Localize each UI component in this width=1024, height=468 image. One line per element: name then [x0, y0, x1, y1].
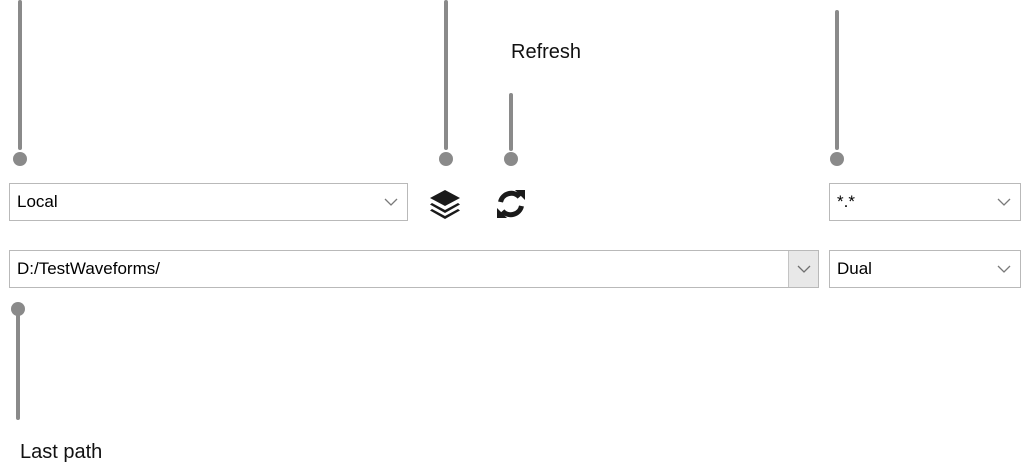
filter-select-value: *.*: [837, 192, 855, 211]
path-select[interactable]: D:/TestWaveforms/: [9, 250, 819, 288]
layers-icon[interactable]: [424, 183, 466, 225]
source-select[interactable]: Local: [9, 183, 408, 221]
chevron-down-icon[interactable]: [988, 251, 1020, 287]
callout-dot-layers: [439, 152, 453, 166]
callout-label-refresh: Refresh: [511, 41, 582, 63]
callout-line-last-path: [16, 310, 20, 420]
callout-line-filter: [835, 10, 839, 150]
callout-dot-refresh: [504, 152, 518, 166]
refresh-icon[interactable]: [491, 183, 531, 225]
callout-line-source: [18, 0, 22, 150]
callout-line-refresh: [509, 93, 513, 151]
chevron-down-icon[interactable]: [788, 251, 818, 287]
callout-dot-source: [13, 152, 27, 166]
callout-label-last-path: Last path: [20, 441, 103, 463]
callout-dot-filter: [830, 152, 844, 166]
chevron-down-icon[interactable]: [375, 184, 407, 220]
mode-select-value: Dual: [837, 259, 872, 278]
mode-select[interactable]: Dual: [829, 250, 1021, 288]
filter-select[interactable]: *.*: [829, 183, 1021, 221]
source-select-value: Local: [17, 192, 58, 211]
callout-line-layers: [444, 0, 448, 150]
path-select-value: D:/TestWaveforms/: [17, 259, 160, 278]
chevron-down-icon[interactable]: [988, 184, 1020, 220]
